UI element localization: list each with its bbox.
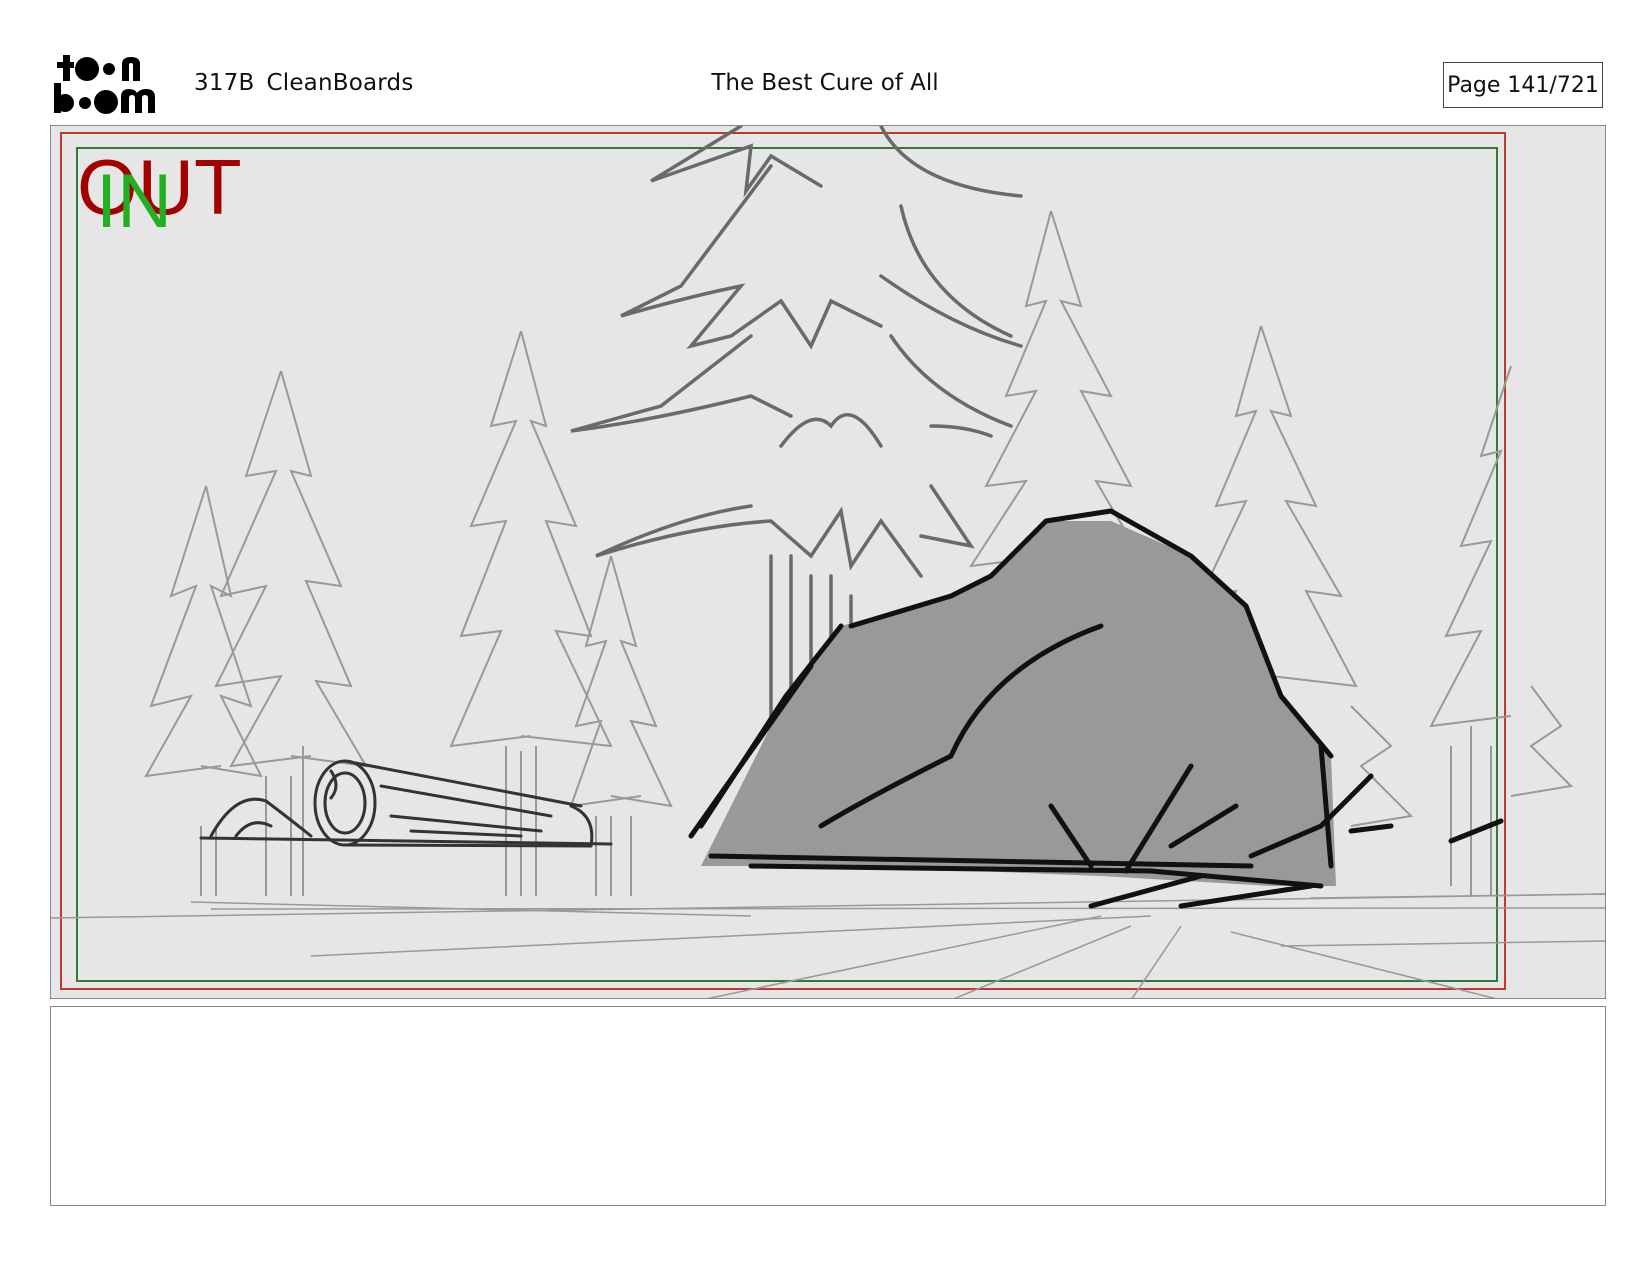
ground-lines: [51, 893, 1605, 998]
boulder: [688, 508, 1504, 909]
background-trees: [144, 330, 673, 896]
fallen-log: [199, 759, 613, 848]
storyboard-panel[interactable]: OUT IN: [50, 125, 1606, 999]
storyboard-title: The Best Cure of All: [711, 70, 939, 96]
page-header: 317B CleanBoards The Best Cure of All Pag…: [0, 0, 1650, 125]
panel-notes-box[interactable]: [50, 1006, 1606, 1206]
page-indicator: Page 141/721: [1443, 62, 1603, 108]
panel-drawing: [51, 126, 1605, 998]
in-marker: IN: [96, 159, 172, 244]
